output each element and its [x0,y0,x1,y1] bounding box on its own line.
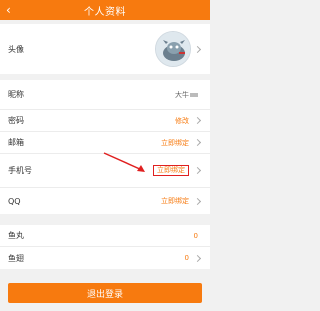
fishball-value: 0 [193,231,198,240]
nickname-value: 大牛 [175,90,198,100]
email-bind-link[interactable]: 立即绑定 [161,138,189,148]
qq-label: QQ [8,196,21,206]
annotation-arrow [103,152,145,172]
avatar-card: 头像 [0,24,210,74]
nickname-label: 昵称 [8,90,24,99]
password-label: 密码 [8,116,24,125]
chevron-left-icon[interactable]: ‹ [6,2,11,18]
logout-label: 退出登录 [86,289,123,300]
sharkfin-label: 鱼翅 [8,253,24,263]
fishball-row[interactable]: 鱼丸 0 [0,225,210,247]
email-label: 邮箱 [8,138,24,147]
avatar-label: 头像 [8,44,24,54]
redacted-text [190,92,198,97]
app-header: ‹ 个人资料 [0,0,210,20]
sharkfin-value: 0 [184,254,189,262]
chevron-right-icon [193,197,202,205]
avatar-image [156,32,190,66]
assets-card: 鱼丸 0 鱼翅 0 [0,225,210,269]
chevron-right-icon [193,166,202,175]
nickname-row[interactable]: 昵称 大牛 [0,80,210,110]
qq-bind-link[interactable]: 立即绑定 [161,196,189,206]
page-title: 个人资料 [84,6,126,18]
chevron-right-icon [193,254,202,262]
password-row[interactable]: 密码 修改 [0,110,210,132]
qq-row[interactable]: QQ 立即绑定 [0,188,210,214]
sharkfin-row[interactable]: 鱼翅 0 [0,247,210,269]
logout-button[interactable]: 退出登录 [8,283,202,303]
avatar[interactable] [155,31,191,67]
avatar-row[interactable]: 头像 [0,24,210,74]
phone-bind-link[interactable]: 立即绑定 [153,165,189,176]
chevron-right-icon [193,138,202,147]
chevron-right-icon [193,116,202,125]
password-modify-link[interactable]: 修改 [175,116,189,126]
account-card: 昵称 大牛 密码 修改 邮箱 立即绑定 手机号 立即绑定 QQ 立即绑定 [0,80,210,214]
fishball-label: 鱼丸 [8,231,24,240]
chevron-right-icon [193,45,202,53]
